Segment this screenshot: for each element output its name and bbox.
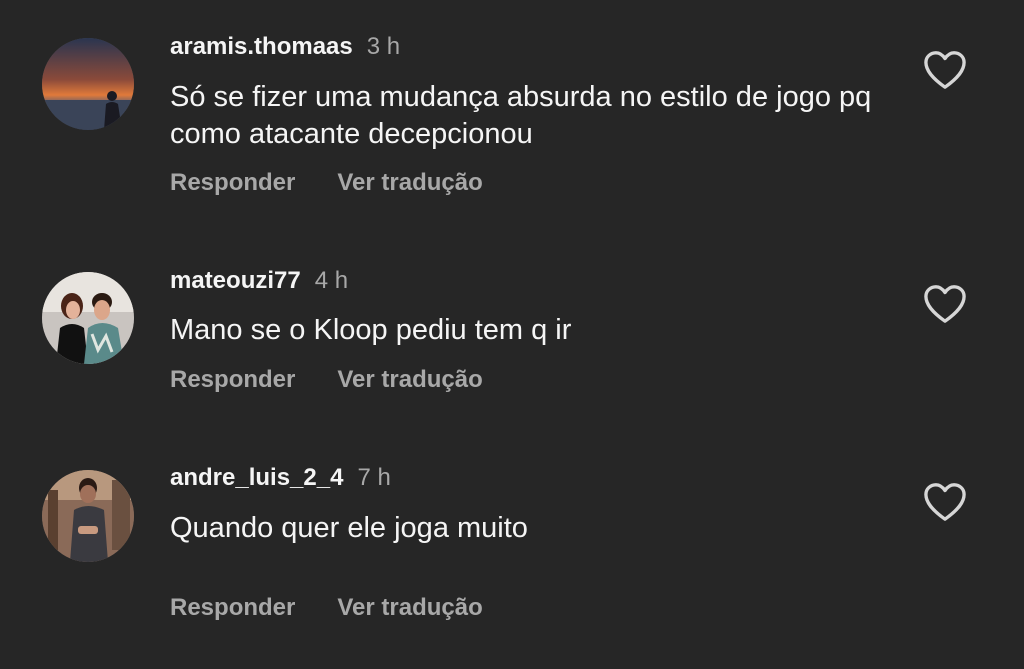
- timestamp: 3 h: [366, 33, 401, 60]
- comment-text: Só se fizer uma mudança absurda no estil…: [170, 81, 872, 150]
- comment-actions: Responder Ver tradução: [170, 168, 483, 198]
- comment-actions: Responder Ver tradução: [170, 593, 483, 623]
- timestamp: 7 h: [357, 464, 391, 491]
- username[interactable]: aramis.thomaas: [170, 33, 353, 60]
- comment-text: Mano se o Kloop pediu tem q ir: [170, 314, 572, 346]
- like-button[interactable]: [922, 481, 968, 523]
- username[interactable]: mateouzi77: [170, 267, 301, 294]
- avatar-sunset-image: [42, 38, 134, 130]
- avatar-gym-image: [42, 470, 134, 562]
- comment-actions: Responder Ver tradução: [170, 365, 483, 395]
- heart-outline-icon: [924, 51, 966, 89]
- username[interactable]: andre_luis_2_4: [170, 464, 343, 491]
- translate-button[interactable]: Ver tradução: [337, 169, 482, 196]
- comment-meta: aramis.thomaas 3 h: [170, 32, 400, 62]
- avatar-couple-image: [42, 272, 134, 364]
- comment-text: Quando quer ele joga muito: [170, 512, 528, 544]
- like-button[interactable]: [922, 49, 968, 91]
- avatar[interactable]: [42, 470, 134, 562]
- reply-button[interactable]: Responder: [170, 169, 295, 196]
- translate-button[interactable]: Ver tradução: [337, 366, 482, 393]
- heart-outline-icon: [924, 483, 966, 521]
- translate-button[interactable]: Ver tradução: [337, 594, 482, 621]
- reply-button[interactable]: Responder: [170, 594, 295, 621]
- heart-outline-icon: [924, 285, 966, 323]
- like-button[interactable]: [922, 283, 968, 325]
- comment-meta: andre_luis_2_4 7 h: [170, 463, 391, 493]
- reply-button[interactable]: Responder: [170, 366, 295, 393]
- comment-meta: mateouzi77 4 h: [170, 266, 348, 296]
- avatar[interactable]: [42, 272, 134, 364]
- avatar[interactable]: [42, 38, 134, 130]
- timestamp: 4 h: [314, 267, 349, 294]
